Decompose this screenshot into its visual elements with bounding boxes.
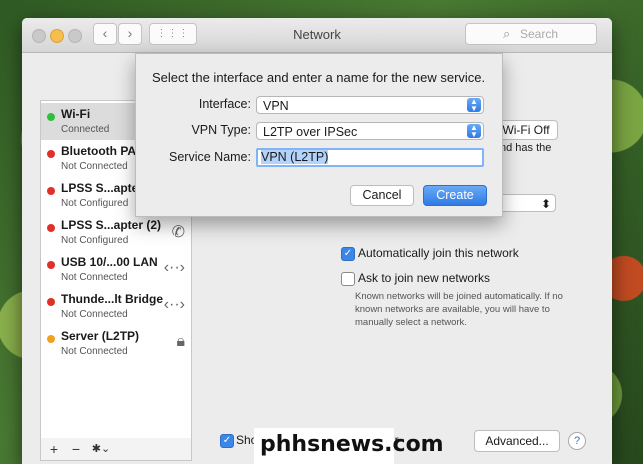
service-name: Bluetooth PAN — [61, 144, 145, 158]
wifi-off-button[interactable]: Wi-Fi Off — [494, 120, 558, 140]
watermark: phhsnews.com — [254, 428, 444, 464]
popup-arrows-icon: ▲ ▼ — [467, 98, 481, 113]
show-status-checkbox[interactable]: ✓ — [220, 434, 234, 448]
status-dot — [47, 113, 55, 121]
status-dot — [47, 335, 55, 343]
service-status: Not Configured — [61, 198, 129, 209]
service-name: Wi-Fi — [61, 107, 91, 121]
vpn-type-popup[interactable]: L2TP over IPSec ▲ ▼ — [256, 122, 484, 140]
cancel-button[interactable]: Cancel — [350, 185, 414, 206]
interface-value: VPN — [263, 99, 289, 113]
vpn-type-label: VPN Type: — [191, 123, 251, 137]
service-name: USB 10/...00 LAN — [61, 255, 158, 269]
auto-join-label: Automatically join this network — [358, 246, 519, 260]
service-name: Thunde...lt Bridge — [61, 292, 163, 306]
search-field[interactable]: ⌕ Search — [465, 23, 597, 45]
vpn-lock-icon: 🔒︎ — [176, 333, 185, 350]
ask-join-checkbox[interactable] — [341, 272, 355, 286]
ask-join-note: Known networks will be joined automatica… — [355, 291, 563, 328]
network-name-popup[interactable]: ⬍ — [494, 194, 556, 212]
interface-popup[interactable]: VPN ▲ ▼ — [256, 96, 484, 114]
service-name-field[interactable]: VPN (L2TP) — [256, 148, 484, 167]
status-dot — [47, 150, 55, 158]
status-dot — [47, 224, 55, 232]
service-item-thunderbolt-bridge[interactable]: Thunde...lt Bridge Not Connected ‹··› — [41, 288, 191, 325]
status-text: nd has the — [500, 142, 552, 154]
popup-arrows-icon: ⬍ — [540, 197, 551, 211]
service-item-lpss-adapter-2[interactable]: LPSS S...apter (2) Not Configured ✆ — [41, 214, 191, 251]
service-name: Server (L2TP) — [61, 329, 140, 343]
ethernet-icon: ‹··› — [163, 259, 185, 276]
service-item-usb-lan[interactable]: USB 10/...00 LAN Not Connected ‹··› — [41, 251, 191, 288]
service-status: Not Connected — [61, 309, 128, 320]
service-status: Not Configured — [61, 235, 129, 246]
service-list-toolbar: + − ✱⌄ — [40, 438, 192, 461]
service-name: LPSS S...apter (2) — [61, 218, 162, 232]
phone-icon: ✆ — [171, 224, 185, 241]
action-menu-button[interactable]: ✱⌄ — [87, 440, 115, 458]
search-placeholder: Search — [520, 27, 559, 41]
add-service-button[interactable]: + — [43, 440, 65, 458]
service-status: Connected — [61, 124, 110, 135]
popup-arrows-icon: ▲ ▼ — [467, 124, 481, 139]
search-icon: ⌕ — [503, 26, 511, 41]
service-status: Not Connected — [61, 161, 128, 172]
service-name-value: VPN (L2TP) — [261, 150, 329, 164]
ask-join-label: Ask to join new networks — [358, 271, 491, 285]
service-status: Not Connected — [61, 346, 128, 357]
sheet-heading: Select the interface and enter a name fo… — [152, 70, 486, 85]
create-button[interactable]: Create — [423, 185, 487, 206]
interface-label: Interface: — [198, 97, 251, 111]
service-item-server-l2tp[interactable]: Server (L2TP) Not Connected 🔒︎ — [41, 325, 191, 362]
advanced-button[interactable]: Advanced... — [474, 430, 560, 452]
help-button[interactable]: ? — [568, 432, 586, 450]
title-bar: ‹ › ⋮⋮⋮ Network ⌕ Search — [22, 18, 612, 53]
vpn-type-value: L2TP over IPSec — [263, 125, 358, 139]
service-name: LPSS S...apter — [61, 181, 144, 195]
remove-service-button[interactable]: − — [65, 440, 87, 458]
auto-join-checkbox[interactable]: ✓ — [341, 247, 355, 261]
status-dot — [47, 187, 55, 195]
new-service-sheet: Select the interface and enter a name fo… — [135, 53, 503, 217]
status-dot — [47, 261, 55, 269]
service-name-label: Service Name: — [169, 150, 251, 164]
ethernet-icon: ‹··› — [163, 296, 185, 313]
service-status: Not Connected — [61, 272, 128, 283]
status-dot — [47, 298, 55, 306]
